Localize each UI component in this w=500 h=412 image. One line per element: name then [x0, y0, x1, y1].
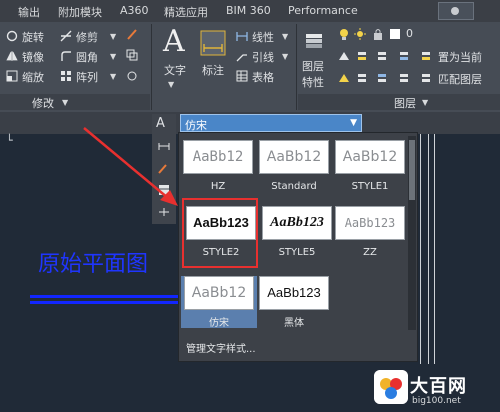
- watermark-logo: [374, 370, 408, 404]
- red-arrow-annotation: [83, 127, 178, 206]
- watermark-name: 大百网: [410, 376, 467, 397]
- watermark-url: big100.net: [412, 396, 461, 406]
